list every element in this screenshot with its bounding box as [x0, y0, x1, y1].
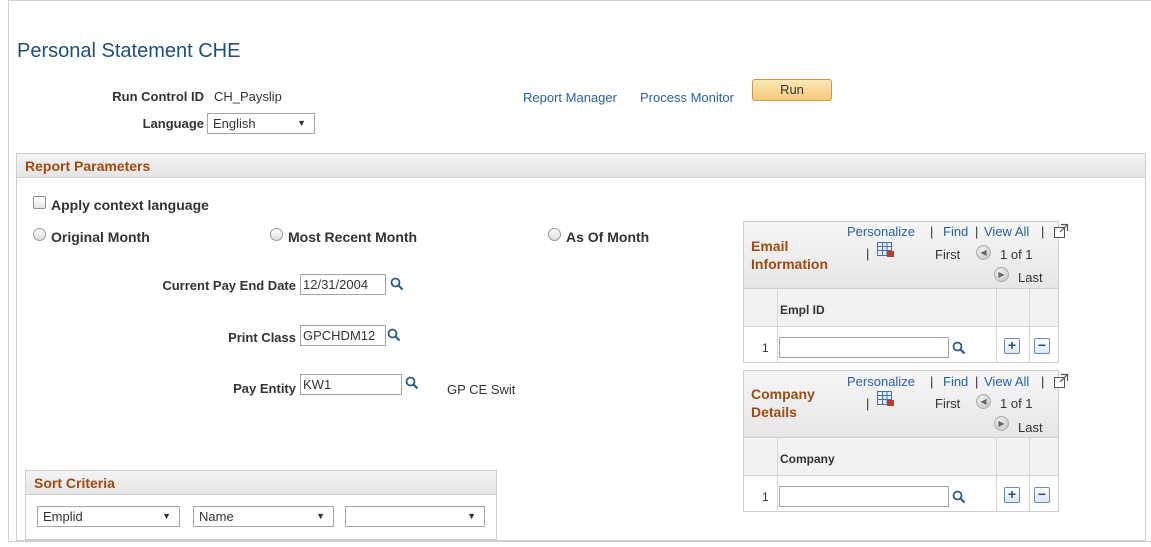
radio-original-month-label: Original Month — [51, 229, 150, 245]
sort-criteria-header: Sort Criteria — [26, 471, 496, 495]
radio-as-of-month-label: As Of Month — [566, 229, 650, 245]
company-last-label: Last — [1018, 420, 1043, 435]
empl-id-column-header: Empl ID — [780, 303, 825, 317]
company-column-header: Company — [780, 452, 835, 466]
sort-select-2[interactable]: Name ▼ — [193, 506, 334, 527]
radio-as-of-month[interactable] — [548, 228, 561, 241]
report-manager-link[interactable]: Report Manager — [523, 90, 617, 105]
radio-most-recent-month[interactable] — [270, 228, 283, 241]
pay-entity-label: Pay Entity — [233, 381, 296, 396]
language-select[interactable]: English ▼ — [207, 113, 315, 134]
company-add-row-button[interactable]: + — [1004, 487, 1020, 503]
expand-grid-icon[interactable] — [1053, 223, 1069, 242]
run-button[interactable]: Run — [752, 79, 832, 101]
company-input[interactable] — [779, 486, 949, 507]
email-separator: | — [975, 224, 979, 239]
expand-grid-icon[interactable] — [1053, 373, 1069, 392]
page-frame-bottom — [8, 541, 1151, 542]
radio-original-month[interactable] — [33, 228, 46, 241]
email-delete-row-button[interactable]: − — [1034, 338, 1050, 354]
dropdown-arrow-icon: ▼ — [467, 511, 476, 521]
report-parameters-header: Report Parameters — [17, 154, 1145, 178]
magnifier-icon[interactable] — [952, 341, 966, 358]
email-row-number: 1 — [762, 341, 769, 355]
company-row-number: 1 — [762, 490, 769, 504]
magnifier-icon[interactable] — [390, 277, 404, 294]
current-pay-end-date-input[interactable]: 12/31/2004 — [300, 274, 386, 295]
email-separator: | — [866, 246, 870, 261]
company-separator: | — [975, 374, 979, 389]
sort-select-3[interactable]: ▼ — [345, 506, 485, 527]
company-separator: | — [930, 374, 934, 389]
email-find-link[interactable]: Find — [943, 224, 968, 239]
page-title: Personal Statement CHE — [17, 40, 241, 62]
company-find-link[interactable]: Find — [943, 374, 968, 389]
email-separator: | — [930, 224, 934, 239]
sort-select-2-value: Name — [199, 509, 234, 524]
dropdown-arrow-icon: ▼ — [162, 511, 171, 521]
process-monitor-link[interactable]: Process Monitor — [640, 90, 734, 105]
run-control-value: CH_Payslip — [214, 89, 282, 104]
previous-arrow-icon[interactable]: ◀ — [976, 394, 991, 409]
current-pay-end-date-label: Current Pay End Date — [162, 278, 296, 293]
language-select-value: English — [213, 116, 256, 131]
grid-download-icon[interactable] — [877, 391, 895, 410]
language-label: Language — [142, 116, 204, 131]
email-range-text: 1 of 1 — [1000, 247, 1033, 262]
sort-criteria-group: Sort Criteria — [25, 470, 497, 540]
dropdown-arrow-icon: ▼ — [316, 511, 325, 521]
radio-most-recent-month-label: Most Recent Month — [288, 229, 418, 245]
email-separator: | — [1041, 224, 1045, 239]
print-class-input[interactable]: GPCHDM12 — [300, 325, 386, 346]
empl-id-input[interactable] — [779, 337, 949, 358]
run-control-label: Run Control ID — [112, 89, 204, 104]
company-grid-title-line1: Company — [751, 386, 815, 402]
company-grid-title-line2: Details — [751, 404, 797, 420]
email-first-label: First — [935, 247, 961, 262]
print-class-label: Print Class — [228, 330, 296, 345]
magnifier-icon[interactable] — [952, 490, 966, 507]
apply-context-language-label: Apply context language — [51, 197, 209, 213]
pay-entity-description: GP CE Swit — [447, 382, 516, 397]
magnifier-icon[interactable] — [405, 376, 419, 393]
company-personalize-link[interactable]: Personalize — [847, 374, 915, 389]
sort-select-1[interactable]: Emplid ▼ — [37, 506, 180, 527]
company-view-all-link[interactable]: View All — [984, 374, 1029, 389]
email-grid-title-line1: Email — [751, 238, 789, 254]
email-add-row-button[interactable]: + — [1004, 338, 1020, 354]
next-arrow-icon[interactable]: ▶ — [994, 416, 1009, 431]
company-delete-row-button[interactable]: − — [1034, 487, 1050, 503]
magnifier-icon[interactable] — [387, 328, 401, 345]
pay-entity-input[interactable]: KW1 — [300, 374, 402, 395]
dropdown-arrow-icon: ▼ — [297, 118, 306, 128]
company-separator: | — [1041, 374, 1045, 389]
email-last-label: Last — [1018, 270, 1043, 285]
previous-arrow-icon[interactable]: ◀ — [976, 245, 991, 260]
email-personalize-link[interactable]: Personalize — [847, 224, 915, 239]
email-grid-title-line2: Information — [751, 256, 828, 272]
page-frame-top — [8, 0, 1151, 1]
sort-select-1-value: Emplid — [43, 509, 83, 524]
email-view-all-link[interactable]: View All — [984, 224, 1029, 239]
next-arrow-icon[interactable]: ▶ — [994, 267, 1009, 282]
company-first-label: First — [935, 396, 961, 411]
company-range-text: 1 of 1 — [1000, 396, 1033, 411]
page-frame-left — [8, 0, 9, 542]
grid-download-icon[interactable] — [877, 242, 895, 261]
apply-context-language-checkbox[interactable] — [33, 196, 46, 209]
company-separator: | — [866, 396, 870, 411]
